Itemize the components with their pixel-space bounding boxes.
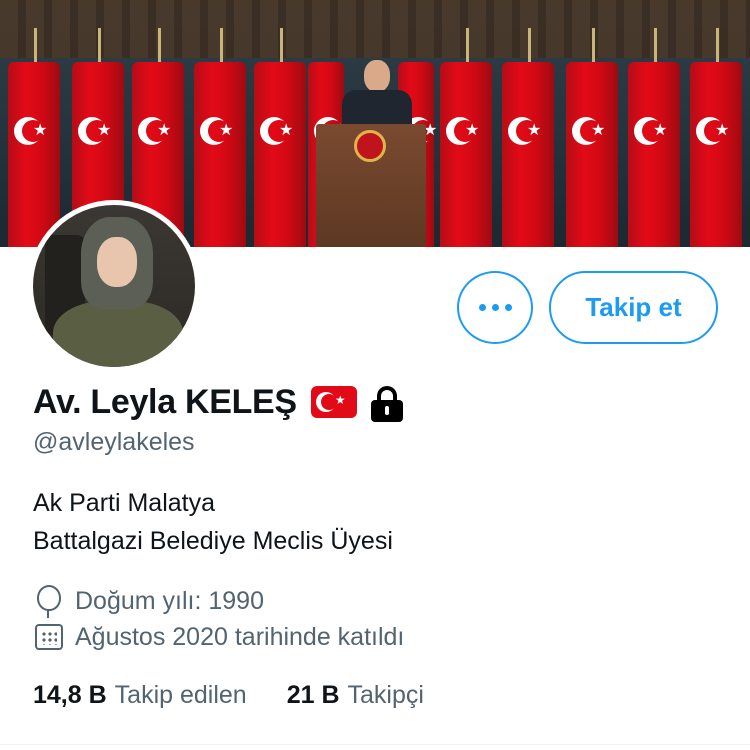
following-link[interactable]: 14,8 B Takip edilen <box>33 681 247 710</box>
bio-line: Battalgazi Belediye Meclis Üyesi <box>33 527 393 555</box>
calendar-icon <box>33 622 65 652</box>
followers-link[interactable]: 21 B Takipçi <box>287 681 424 710</box>
lock-icon <box>367 382 407 422</box>
follow-button[interactable]: Takip et <box>549 271 718 344</box>
followers-count: 21 B <box>286 681 340 709</box>
join-date-text: Ağustos 2020 tarihinde katıldı <box>75 622 405 651</box>
followers-label: Takipçi <box>347 681 424 709</box>
more-options-button[interactable] <box>457 271 533 344</box>
join-date-row: Ağustos 2020 tarihinde katıldı <box>33 622 404 652</box>
profile-avatar[interactable] <box>28 200 200 372</box>
banner-flag <box>254 62 306 247</box>
balloon-icon <box>33 584 65 618</box>
display-name: Av. Leyla KELEŞ <box>33 382 297 421</box>
user-handle: @avleylakeles <box>33 428 195 456</box>
banner-flag <box>440 62 492 247</box>
following-count: 14,8 B <box>33 681 107 709</box>
turkey-flag-icon: ★ <box>310 386 357 418</box>
birth-date-row: Doğum yılı: 1990 <box>33 584 264 618</box>
divider <box>0 744 750 745</box>
following-label: Takip edilen <box>114 681 247 709</box>
banner-flag <box>194 62 246 247</box>
banner-flag <box>690 62 742 247</box>
follow-stats: 14,8 B Takip edilen 21 B Takipçi <box>33 681 424 710</box>
banner-ceiling <box>0 0 750 58</box>
bio-line: Ak Parti Malatya <box>33 489 216 517</box>
banner-flag <box>502 62 554 247</box>
display-name-row: Av. Leyla KELEŞ ★ <box>33 380 407 424</box>
banner-speaker <box>342 60 412 126</box>
birth-date-text: Doğum yılı: 1990 <box>75 586 264 615</box>
banner-podium <box>316 124 426 247</box>
banner-flag <box>628 62 680 247</box>
profile-bio: Ak Parti Malatya Battalgazi Belediye Mec… <box>33 484 393 560</box>
avatar-photo <box>33 205 195 367</box>
banner-flag <box>8 62 60 247</box>
podium-seal-icon <box>354 130 386 162</box>
banner-flag <box>566 62 618 247</box>
more-dots-icon <box>478 304 512 311</box>
